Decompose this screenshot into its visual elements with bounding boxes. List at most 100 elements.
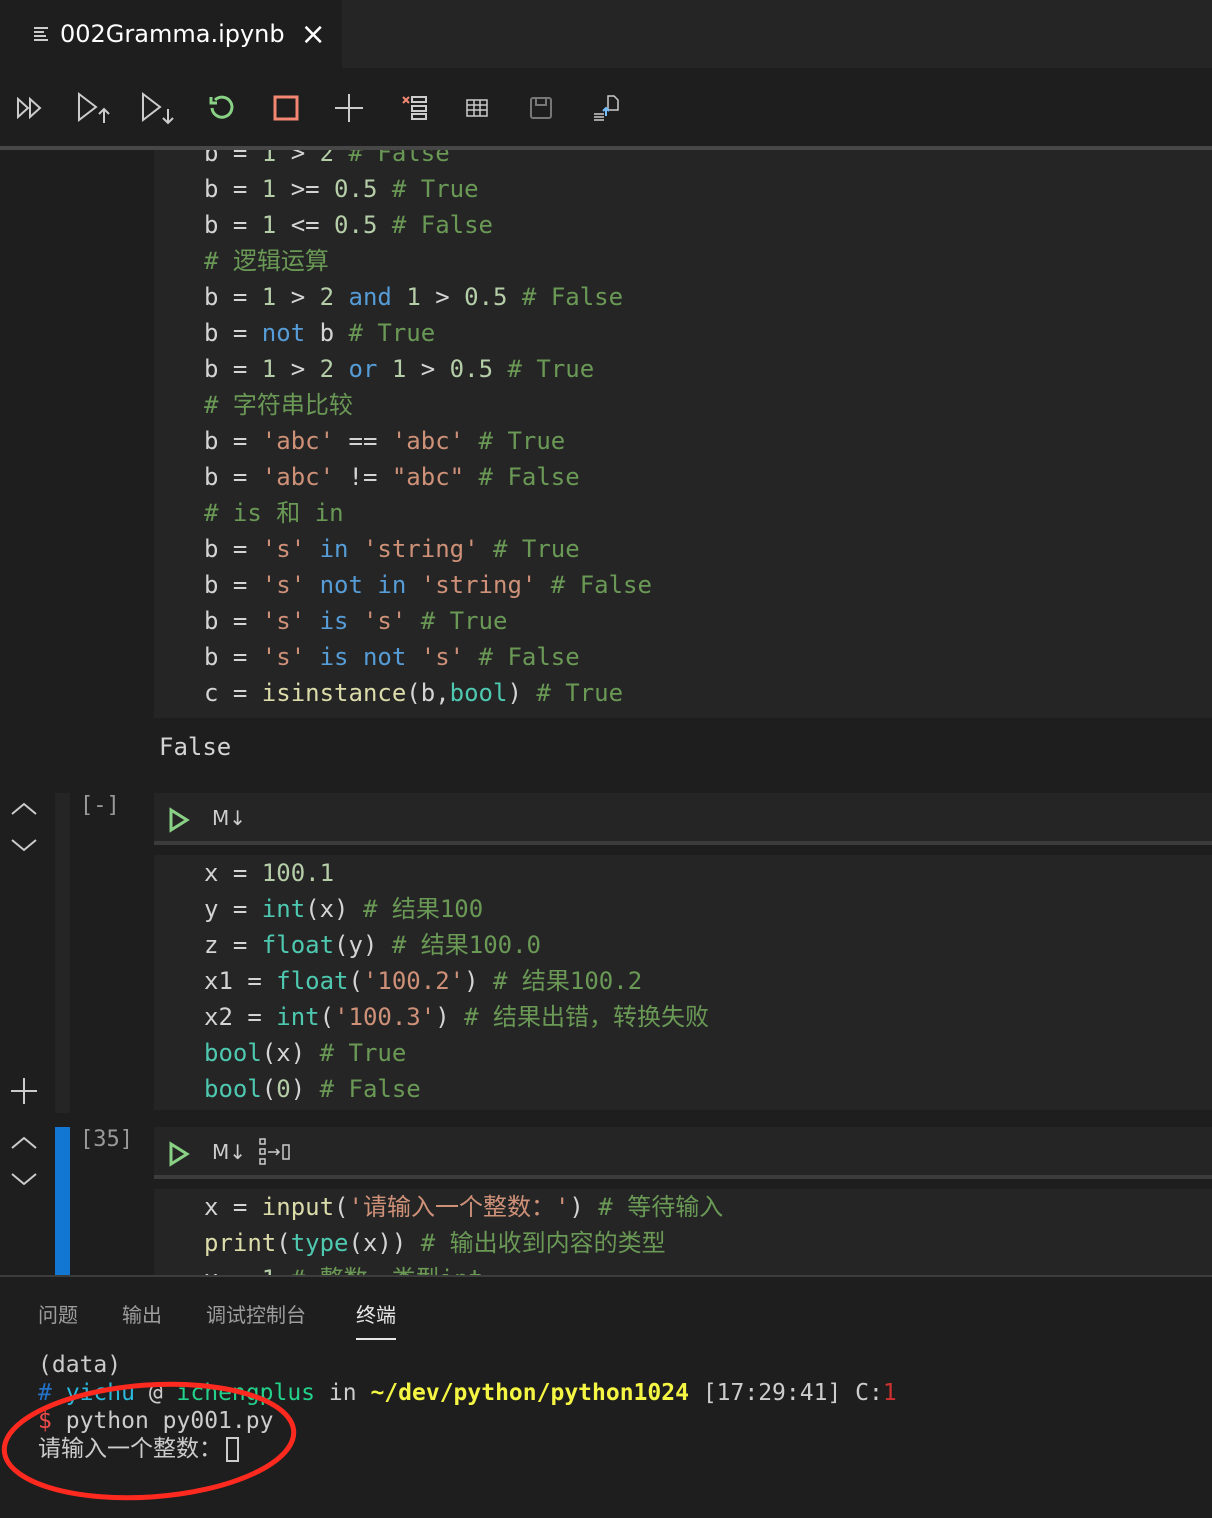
interrupt-kernel-icon[interactable] [266, 88, 306, 128]
code-token: and [334, 283, 407, 311]
markdown-toggle[interactable]: M↓ [212, 1140, 246, 1164]
clear-outputs-icon[interactable] [395, 88, 435, 128]
panel-tab-terminal[interactable]: 终端 [356, 1299, 396, 1340]
prompt-time: [17:29:41] [702, 1380, 842, 1406]
code-token: or [334, 355, 392, 383]
notebook-area: b = 1 > 2 # False b = 1 >= 0.5 # True b = … [0, 150, 1212, 1275]
code-line: x = 1 # 整数，类型int [154, 1261, 1212, 1275]
code-token: 2 [319, 355, 335, 383]
code-token: # True [521, 679, 624, 707]
code-token: b = [204, 571, 262, 599]
code-token: int [276, 1003, 320, 1031]
add-cell-icon[interactable] [329, 88, 369, 128]
code-cell-editor[interactable]: b = 1 > 2 # False b = 1 >= 0.5 # True b = … [154, 150, 1212, 718]
code-line: c = isinstance(b,bool) # True [154, 675, 1212, 711]
code-token: ) [464, 967, 479, 995]
code-token: # True [334, 319, 436, 347]
prompt-code-value: 1 [882, 1380, 897, 1406]
cell-toolbar: M↓ [154, 793, 1212, 845]
cell-toolbar: M↓ [154, 1127, 1212, 1179]
split-cell-icon[interactable] [258, 1137, 292, 1167]
code-token: float [276, 967, 349, 995]
panel-tab-output[interactable]: 输出 [122, 1299, 162, 1328]
code-token: 's' [261, 571, 306, 599]
code-token: '100.3' [334, 1003, 436, 1031]
code-token: b = [204, 643, 262, 671]
code-line: bool(x) # True [154, 1035, 1212, 1071]
code-token: ( [348, 967, 363, 995]
code-token: 1 [262, 1265, 276, 1275]
code-token: # False [305, 1075, 421, 1103]
code-line: b = 1 > 2 and 1 > 0.5 # False [154, 279, 1212, 315]
close-icon[interactable]: × [301, 17, 326, 52]
execution-count: [-] [80, 793, 120, 818]
code-token: bool [204, 1075, 262, 1103]
code-token: # 逻辑运算 [204, 247, 329, 275]
code-token: c = [204, 679, 262, 707]
restart-kernel-icon[interactable] [202, 88, 242, 128]
move-cell-up-down-icon[interactable] [10, 1132, 38, 1192]
code-token: # True [305, 1039, 407, 1067]
markdown-toggle[interactable]: M↓ [212, 806, 246, 830]
code-token: ( [276, 1229, 291, 1257]
run-cell-icon[interactable] [168, 1141, 190, 1167]
code-token: "abc" [391, 463, 465, 491]
code-token: 1 [261, 150, 277, 167]
code-line: b = 's' not in 'string' # False [154, 567, 1212, 603]
code-token: z = [204, 931, 262, 959]
code-cell-editor[interactable]: x = input('请输入一个整数：') # 等待输入 print(type(x… [154, 1189, 1212, 1275]
code-token: 's' [420, 643, 465, 671]
code-token: 'abc' [261, 463, 335, 491]
code-token: (x) [305, 895, 349, 923]
code-token: b = [204, 211, 262, 239]
export-icon[interactable] [586, 88, 626, 128]
code-token: # True [406, 607, 508, 635]
code-line: bool(0) # False [154, 1071, 1212, 1107]
code-token: b = [204, 150, 262, 167]
code-token: b = [204, 427, 262, 455]
code-line: print(type(x)) # 输出收到内容的类型 [154, 1225, 1212, 1261]
code-token: isinstance [261, 679, 407, 707]
code-token: # 输出收到内容的类型 [406, 1229, 666, 1257]
code-token: 'abc' [261, 427, 335, 455]
code-cell-editor[interactable]: x = 100.1 y = int(x) # 结果100 z = float(y) … [154, 855, 1212, 1110]
code-line: # 字符串比较 [154, 387, 1212, 423]
code-token: 1 [406, 283, 421, 311]
run-cell-icon[interactable] [168, 807, 190, 833]
code-token: 0.5 [449, 355, 494, 383]
run-all-icon[interactable] [10, 88, 50, 128]
prompt-code-label: C: [855, 1380, 883, 1406]
code-token: x2 = [204, 1003, 277, 1031]
add-cell-below-icon[interactable] [10, 1077, 38, 1105]
prompt-path: ~/dev/python/python1024 [370, 1380, 689, 1406]
code-token: 1 [261, 283, 277, 311]
run-below-icon[interactable] [138, 88, 178, 128]
save-icon[interactable] [521, 88, 561, 128]
panel-tab-debug-console[interactable]: 调试控制台 [206, 1299, 306, 1328]
code-token: 's' [261, 607, 306, 635]
tab-notebook[interactable]: 002Gramma.ipynb × [0, 0, 342, 68]
code-token: b = [204, 319, 262, 347]
code-token: '请输入一个整数：' [348, 1193, 570, 1221]
run-above-icon[interactable] [74, 88, 114, 128]
code-token: > [276, 355, 320, 383]
prompt-in: in [328, 1380, 357, 1406]
code-token: # 结果出错，转换失败 [449, 1003, 710, 1031]
code-line: # 逻辑运算 [154, 243, 1212, 279]
code-line: # is 和 in [154, 495, 1212, 531]
code-token: 1 [261, 355, 277, 383]
code-token: > [276, 150, 320, 167]
code-token: ) [569, 1193, 584, 1221]
code-token: (b, [406, 679, 450, 707]
code-token: # True [377, 175, 479, 203]
move-cell-up-down-icon[interactable] [10, 798, 38, 858]
notebook-lines-icon [34, 27, 48, 41]
code-token: not [261, 319, 306, 347]
panel-tab-problems[interactable]: 问题 [38, 1299, 78, 1328]
code-token: # 结果100 [348, 895, 484, 923]
code-token: > [420, 283, 465, 311]
code-token: 's' [261, 643, 306, 671]
code-token: x = [204, 1265, 262, 1275]
variables-grid-icon[interactable] [457, 88, 497, 128]
code-token: # False [464, 463, 580, 491]
